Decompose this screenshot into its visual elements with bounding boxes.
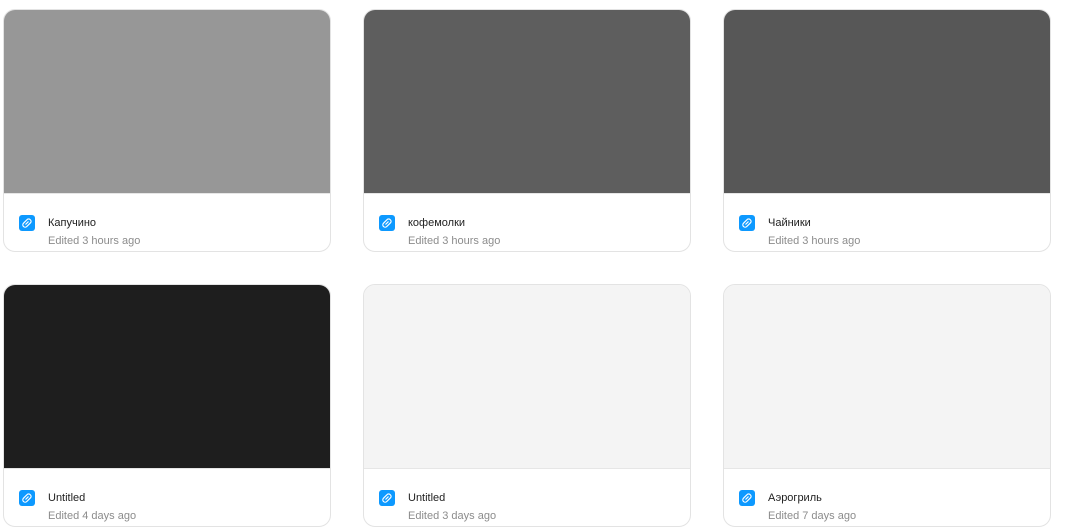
file-title[interactable]: Аэрогриль — [768, 492, 822, 505]
figjam-file-icon — [379, 490, 395, 506]
file-thumbnail[interactable] — [4, 285, 330, 469]
file-card-meta: Untitled Edited 3 days ago — [364, 469, 690, 526]
file-thumbnail[interactable] — [4, 10, 330, 194]
figjam-file-icon — [19, 215, 35, 231]
file-title[interactable]: Untitled — [408, 492, 445, 505]
file-title[interactable]: Капучино — [48, 217, 96, 230]
file-card[interactable]: Untitled Edited 3 days ago — [363, 284, 691, 527]
file-title[interactable]: Чайники — [768, 217, 811, 230]
figjam-file-icon — [379, 215, 395, 231]
figjam-file-icon — [739, 215, 755, 231]
file-card[interactable]: Чайники Edited 3 hours ago — [723, 9, 1051, 252]
file-title[interactable]: Untitled — [48, 492, 85, 505]
file-card-meta: Капучино Edited 3 hours ago — [4, 194, 330, 251]
file-title[interactable]: кофемолки — [408, 217, 465, 230]
file-thumbnail[interactable] — [724, 10, 1050, 194]
file-grid: Капучино Edited 3 hours ago кофемолки Ed… — [0, 0, 1066, 530]
file-card[interactable]: Капучино Edited 3 hours ago — [3, 9, 331, 252]
file-card[interactable]: кофемолки Edited 3 hours ago — [363, 9, 691, 252]
file-card[interactable]: Аэрогриль Edited 7 days ago — [723, 284, 1051, 527]
file-card[interactable]: Untitled Edited 4 days ago — [3, 284, 331, 527]
file-thumbnail[interactable] — [724, 285, 1050, 469]
file-edited-time: Edited 3 hours ago — [768, 235, 861, 247]
file-card-meta: Untitled Edited 4 days ago — [4, 469, 330, 526]
file-edited-time: Edited 3 hours ago — [408, 235, 501, 247]
file-thumbnail[interactable] — [364, 285, 690, 469]
file-card-meta: Аэрогриль Edited 7 days ago — [724, 469, 1050, 526]
file-edited-time: Edited 3 days ago — [408, 510, 497, 522]
file-card-meta: Чайники Edited 3 hours ago — [724, 194, 1050, 251]
file-edited-time: Edited 7 days ago — [768, 510, 857, 522]
file-edited-time: Edited 4 days ago — [48, 510, 137, 522]
file-thumbnail[interactable] — [364, 10, 690, 194]
figjam-file-icon — [19, 490, 35, 506]
file-card-meta: кофемолки Edited 3 hours ago — [364, 194, 690, 251]
file-edited-time: Edited 3 hours ago — [48, 235, 141, 247]
figjam-file-icon — [739, 490, 755, 506]
